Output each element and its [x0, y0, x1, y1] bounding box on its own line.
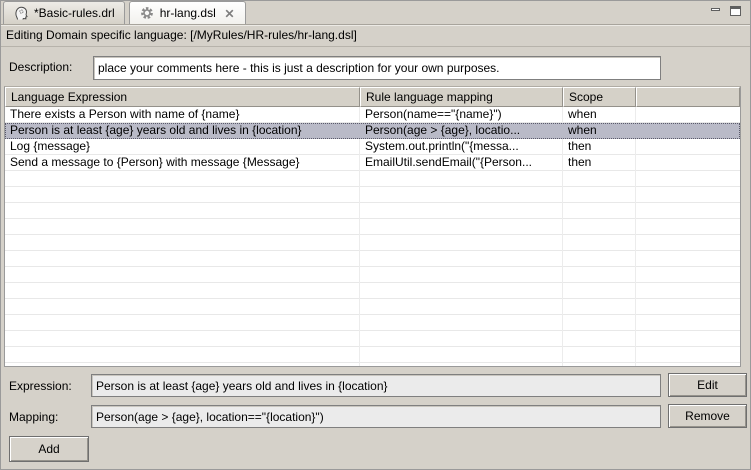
- cell-mapping: Person(age > {age}, locatio...: [360, 123, 563, 139]
- cell-mapping: System.out.println("{messa...: [360, 139, 563, 155]
- description-input[interactable]: [93, 56, 661, 80]
- expression-field[interactable]: [91, 374, 661, 397]
- edit-button[interactable]: Edit: [668, 373, 747, 397]
- cell-scope: when: [563, 123, 636, 139]
- tab-label: hr-lang.dsl: [160, 3, 216, 23]
- add-button[interactable]: Add: [9, 436, 89, 462]
- table-row[interactable]: Person is at least {age} years old and l…: [5, 123, 740, 139]
- tab-label: *Basic-rules.drl: [34, 3, 115, 23]
- description-label: Description:: [9, 60, 72, 74]
- cell-expression: Send a message to {Person} with message …: [5, 155, 360, 171]
- cell-expression: There exists a Person with name of {name…: [5, 107, 360, 123]
- drools-head-icon: [13, 5, 29, 21]
- mapping-label: Mapping:: [9, 410, 58, 424]
- expression-label: Expression:: [9, 379, 72, 393]
- cell-mapping: Person(name=="{name}"): [360, 107, 563, 123]
- remove-button[interactable]: Remove: [668, 404, 747, 428]
- cell-scope: then: [563, 139, 636, 155]
- close-icon[interactable]: [223, 7, 236, 20]
- dsl-expression-table: Language Expression Rule language mappin…: [4, 86, 741, 367]
- column-header-empty[interactable]: [636, 87, 740, 107]
- maximize-view-icon[interactable]: [728, 6, 742, 18]
- cell-mapping: EmailUtil.sendEmail("{Person...: [360, 155, 563, 171]
- dsl-editor-view: *Basic-rules.drl hr-lang.dsl Editing Dom…: [0, 0, 751, 470]
- minimize-view-icon[interactable]: [708, 6, 722, 18]
- cell-empty: [636, 107, 740, 123]
- editor-title: Editing Domain specific language: [/MyRu…: [1, 25, 750, 47]
- table-body[interactable]: There exists a Person with name of {name…: [5, 107, 740, 367]
- table-row[interactable]: Log {message}System.out.println("{messa.…: [5, 139, 740, 155]
- cell-empty: [636, 123, 740, 139]
- tab-basic-rules[interactable]: *Basic-rules.drl: [3, 1, 125, 24]
- column-header-language-expression[interactable]: Language Expression: [5, 87, 360, 107]
- gear-icon: [139, 5, 155, 21]
- table-row[interactable]: There exists a Person with name of {name…: [5, 107, 740, 123]
- column-header-scope[interactable]: Scope: [563, 87, 636, 107]
- editor-tab-bar: *Basic-rules.drl hr-lang.dsl: [1, 1, 750, 25]
- table-row[interactable]: Send a message to {Person} with message …: [5, 155, 740, 171]
- cell-scope: then: [563, 155, 636, 171]
- view-controls: [708, 6, 750, 24]
- mapping-field[interactable]: [91, 405, 661, 428]
- cell-empty: [636, 139, 740, 155]
- column-header-rule-language-mapping[interactable]: Rule language mapping: [360, 87, 563, 107]
- cell-expression: Person is at least {age} years old and l…: [5, 123, 360, 139]
- cell-empty: [636, 155, 740, 171]
- cell-scope: when: [563, 107, 636, 123]
- tab-hr-lang[interactable]: hr-lang.dsl: [129, 1, 246, 24]
- cell-expression: Log {message}: [5, 139, 360, 155]
- table-header-row: Language Expression Rule language mappin…: [5, 87, 740, 107]
